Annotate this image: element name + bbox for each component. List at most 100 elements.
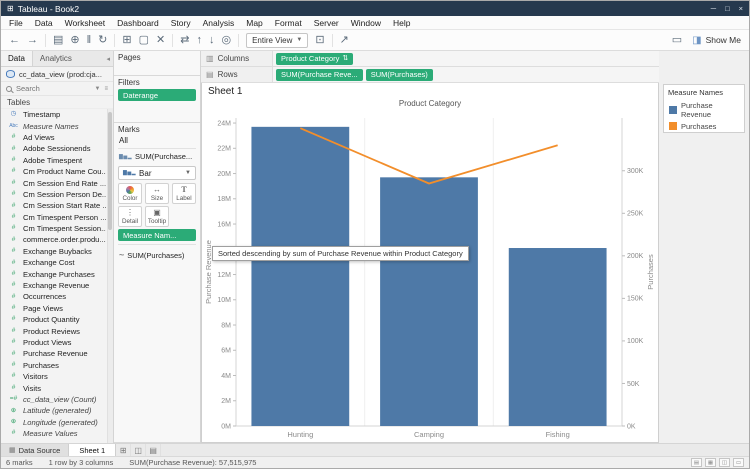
x-axis-label[interactable]: Fishing (546, 430, 570, 439)
show-filmstrip-icon[interactable]: ▦ (705, 458, 716, 467)
view-options-icon[interactable]: ≡ (104, 86, 108, 92)
menu-window[interactable]: Window (345, 18, 387, 28)
field-item[interactable]: #Exchange Revenue (1, 280, 106, 291)
add-data-icon[interactable]: ⊕ (70, 35, 79, 46)
field-item[interactable]: #Product Quantity (1, 314, 106, 325)
presentation-icon[interactable]: ▭ (733, 458, 744, 467)
menu-map[interactable]: Map (240, 18, 269, 28)
field-item[interactable]: ◷Timestamp (1, 109, 106, 120)
detail-button[interactable]: ⋮Detail (118, 206, 142, 227)
close-icon[interactable]: × (739, 4, 743, 13)
field-item[interactable]: #Cm Product Name Cou... (1, 166, 106, 177)
pill-product-category[interactable]: Product Category⇅ (276, 53, 353, 65)
fix-axes-icon[interactable]: ⊡ (315, 35, 324, 46)
field-item[interactable]: #Exchange Purchases (1, 268, 106, 279)
tab-sheet1[interactable]: Sheet 1 (69, 444, 116, 456)
x-axis-label[interactable]: Hunting (287, 430, 313, 439)
field-item[interactable]: #Purchases (1, 360, 106, 371)
field-item[interactable]: #Cm Session Start Rate ... (1, 200, 106, 211)
data-source-connection[interactable]: cc_data_view (prod:cja... (1, 67, 113, 82)
marks-all-row[interactable]: All (118, 134, 196, 148)
field-item[interactable]: #Measure Values (1, 428, 106, 439)
field-item[interactable]: #Ad Views (1, 132, 106, 143)
x-axis-label[interactable]: Camping (414, 430, 444, 439)
undo-icon[interactable]: ← (9, 35, 20, 46)
save-icon[interactable]: ▤ (53, 35, 63, 46)
duplicate-sheet-icon[interactable]: ▢ (139, 35, 149, 46)
field-item[interactable]: #commerce.order.produ... (1, 234, 106, 245)
field-item[interactable]: #Visitors (1, 371, 106, 382)
field-item[interactable]: #Visits (1, 382, 106, 393)
field-item[interactable]: #Adobe Sessionends (1, 143, 106, 154)
new-worksheet-icon[interactable]: ⊞ (122, 35, 131, 46)
color-button[interactable]: Color (118, 183, 142, 204)
maximize-icon[interactable]: □ (725, 4, 730, 13)
marks-section-purchase-revenue[interactable]: ▇▅▂ SUM(Purchase... (118, 148, 196, 164)
sort-descending-icon[interactable]: ⇅ (342, 55, 348, 62)
tooltip-button[interactable]: ▣Tooltip (145, 206, 169, 227)
pill-daterange[interactable]: Daterange (118, 89, 196, 101)
menu-file[interactable]: File (3, 18, 29, 28)
measure-names-legend[interactable]: Measure Names Purchase RevenuePurchases (663, 84, 745, 133)
size-button[interactable]: ↔Size (145, 183, 169, 204)
menu-help[interactable]: Help (387, 18, 416, 28)
field-item[interactable]: #Cm Timespent Person ... (1, 212, 106, 223)
menu-format[interactable]: Format (269, 18, 308, 28)
bar-fishing[interactable] (509, 248, 607, 426)
pause-updates-icon[interactable]: ‖ (87, 35, 92, 46)
label-button[interactable]: TLabel (172, 183, 196, 204)
clear-sheet-icon[interactable]: ✕ (156, 35, 165, 46)
sort-descending-icon[interactable]: ↓ (209, 35, 215, 46)
fit-dropdown[interactable]: Entire View ▼ (246, 33, 308, 48)
scrollbar[interactable] (107, 109, 113, 443)
marks-section-purchases[interactable]: ~ SUM(Purchases) (118, 248, 196, 263)
swap-axes-icon[interactable]: ⇄ (180, 35, 189, 46)
field-item[interactable]: #Adobe Timespent (1, 155, 106, 166)
pill-sum-purchases-[interactable]: SUM(Purchases) (366, 69, 433, 81)
bar-camping[interactable] (380, 177, 478, 426)
show-sorter-icon[interactable]: ◫ (719, 458, 730, 467)
highlight-icon[interactable]: ◎ (221, 35, 231, 46)
minimize-icon[interactable]: ─ (711, 4, 716, 13)
menu-story[interactable]: Story (165, 18, 197, 28)
menu-server[interactable]: Server (308, 18, 345, 28)
show-me-button[interactable]: ◨ Show Me (692, 35, 741, 46)
search-input[interactable] (16, 84, 91, 93)
field-item[interactable]: #Occurrences (1, 291, 106, 302)
field-item[interactable]: =#cc_data_view (Count) (1, 394, 106, 405)
pill-measure-nam-[interactable]: Measure Nam... (118, 229, 196, 241)
pill-sum-purchase-reve-[interactable]: SUM(Purchase Reve... (276, 69, 363, 81)
field-item[interactable]: #Cm Timespent Session... (1, 223, 106, 234)
field-item[interactable]: #Product Views (1, 337, 106, 348)
tab-analytics[interactable]: Analytics (33, 51, 79, 66)
legend-item[interactable]: Purchase Revenue (664, 99, 744, 120)
field-item[interactable]: ⊕Longitude (generated) (1, 417, 106, 428)
filter-fields-icon[interactable]: ▼ (95, 86, 101, 92)
redo-icon[interactable]: → (27, 35, 38, 46)
show-tabs-icon[interactable]: ▤ (691, 458, 702, 467)
tab-data-source[interactable]: ▦ Data Source (1, 444, 69, 456)
field-item[interactable]: AbcMeasure Names (1, 120, 106, 131)
new-story-button[interactable]: ▤ (146, 444, 161, 456)
new-dashboard-button[interactable]: ◫ (131, 444, 146, 456)
menu-dashboard[interactable]: Dashboard (111, 18, 165, 28)
scrollbar-thumb[interactable] (108, 112, 112, 230)
collapse-panel-icon[interactable]: ◂ (103, 51, 113, 66)
field-item[interactable]: #Product Reviews (1, 325, 106, 336)
legend-item[interactable]: Purchases (664, 120, 744, 132)
field-item[interactable]: #Purchase Revenue (1, 348, 106, 359)
new-worksheet-button[interactable]: ⊞ (116, 444, 131, 456)
mark-type-dropdown[interactable]: ▇▅▂ Bar ▼ (118, 166, 196, 180)
bar-hunting[interactable] (251, 127, 349, 426)
field-item[interactable]: ⊕Latitude (generated) (1, 405, 106, 416)
field-item[interactable]: #Exchange Cost (1, 257, 106, 268)
menu-data[interactable]: Data (29, 18, 59, 28)
menu-analysis[interactable]: Analysis (197, 18, 241, 28)
field-item[interactable]: #Page Views (1, 303, 106, 314)
run-updates-icon[interactable]: ↻ (98, 35, 107, 46)
menu-worksheet[interactable]: Worksheet (59, 18, 111, 28)
field-item[interactable]: #Cm Session Person De... (1, 189, 106, 200)
field-item[interactable]: #Cm Session End Rate ... (1, 177, 106, 188)
tab-data[interactable]: Data (1, 51, 33, 66)
presentation-mode-icon[interactable]: ▭ (672, 35, 682, 46)
